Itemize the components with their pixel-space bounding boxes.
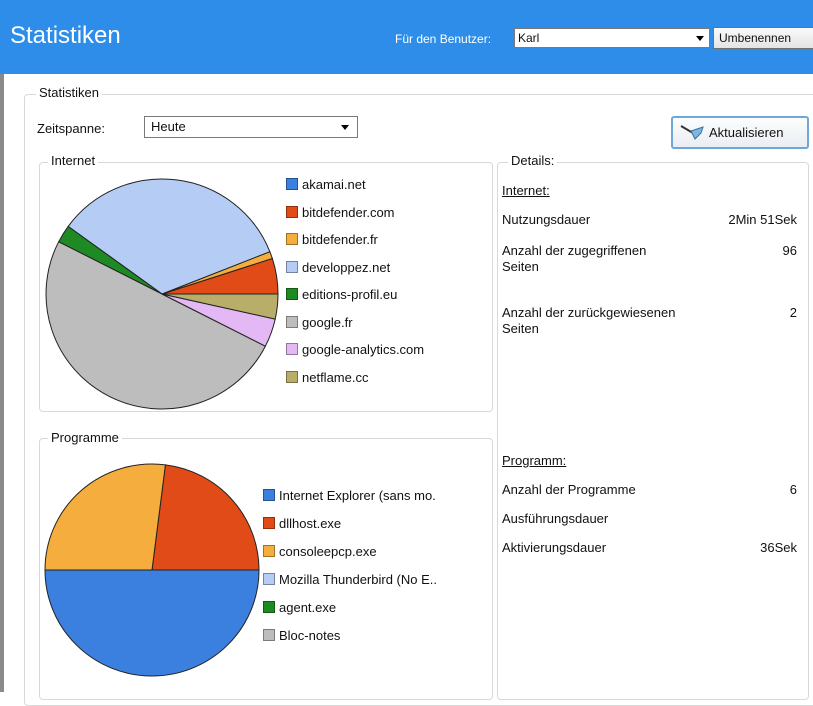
legend-swatch xyxy=(263,545,275,557)
page-title: Statistiken xyxy=(10,22,121,49)
legend-swatch xyxy=(286,260,298,273)
user-select-value: Karl xyxy=(518,31,540,45)
user-select[interactable]: Karl xyxy=(514,28,710,48)
legend-swatch xyxy=(263,489,275,501)
legend-label: netflame.cc xyxy=(302,369,369,385)
internet-legend-item: google.fr xyxy=(286,315,353,330)
period-label: Zeitspanne: xyxy=(37,121,105,136)
period-select[interactable]: Heute xyxy=(144,116,358,138)
pages-accessed-label-2: Seiten xyxy=(502,259,539,274)
pages-accessed-label: Anzahl der zugegriffenen xyxy=(502,243,647,258)
legend-swatch xyxy=(286,205,298,218)
legend-label: Mozilla Thunderbird (No E.. xyxy=(279,572,437,587)
programs-legend-item: dllhost.exe xyxy=(263,516,341,531)
pages-rejected-label: Anzahl der zurückgewiesenen xyxy=(502,305,676,320)
legend-label: developpez.net xyxy=(302,259,391,275)
internet-legend-item: akamai.net xyxy=(286,177,366,192)
program-count-label: Anzahl der Programme xyxy=(502,482,636,497)
refresh-button[interactable]: Aktualisieren xyxy=(671,116,809,149)
legend-label: Bloc-notes xyxy=(279,628,341,643)
legend-label: akamai.net xyxy=(302,177,366,192)
legend-label: agent.exe xyxy=(279,600,337,615)
pie-slice-consoleepcp-exe xyxy=(44,463,166,571)
legend-label: consoleepcp.exe xyxy=(279,544,377,559)
internet-legend-item: editions-profil.eu xyxy=(286,287,397,302)
user-label: Für den Benutzer: xyxy=(395,32,492,46)
programs-group-title: Programme xyxy=(48,430,122,445)
internet-legend-item: netflame.cc xyxy=(286,370,368,385)
pages-rejected-value: 2 xyxy=(789,305,797,320)
pie-slice-internet-explorer-sans-mo xyxy=(44,569,260,677)
details-internet-heading: Internet: xyxy=(502,183,550,198)
header-bar: Statistiken Für den Benutzer: Karl Umben… xyxy=(0,0,813,74)
activation-value: 36Sek xyxy=(760,540,797,555)
legend-swatch xyxy=(263,517,275,529)
programs-legend-item: consoleepcp.exe xyxy=(263,544,377,559)
rename-button[interactable]: Umbenennen xyxy=(713,27,813,49)
pie-slice-dllhost-exe xyxy=(151,464,260,571)
pages-rejected-label-2: Seiten xyxy=(502,321,539,336)
broom-icon xyxy=(679,123,705,153)
programs-legend-item: Bloc-notes xyxy=(263,628,340,643)
internet-group-title: Internet xyxy=(48,153,99,168)
programs-legend-item: Internet Explorer (sans mo. xyxy=(263,488,436,503)
legend-label: google-analytics.com xyxy=(302,342,425,357)
programs-legend-item: agent.exe xyxy=(263,600,336,615)
internet-legend-item: google-analytics.com xyxy=(286,342,424,357)
legend-swatch xyxy=(263,573,275,585)
legend-label: editions-profil.eu xyxy=(302,287,398,302)
internet-legend-item: bitdefender.fr xyxy=(286,232,378,247)
legend-swatch xyxy=(286,370,298,383)
programs-pie-chart xyxy=(44,463,260,677)
legend-swatch xyxy=(263,601,275,613)
period-select-value: Heute xyxy=(151,119,186,134)
chevron-down-icon xyxy=(696,36,704,41)
pages-accessed-value: 96 xyxy=(782,243,797,258)
legend-label: Internet Explorer (sans mo. xyxy=(279,488,436,503)
chevron-down-icon xyxy=(341,125,349,130)
details-program-heading: Programm: xyxy=(502,453,567,468)
legend-swatch xyxy=(286,315,298,328)
legend-label: bitdefender.fr xyxy=(302,232,378,247)
details-group-title: Details: xyxy=(508,153,558,168)
program-count-value: 6 xyxy=(789,482,797,497)
internet-pie-chart xyxy=(45,178,279,410)
exec-time-label: Ausführungsdauer xyxy=(502,511,609,526)
usage-value: 2Min 51Sek xyxy=(728,212,797,227)
legend-swatch xyxy=(286,178,298,190)
legend-swatch xyxy=(263,629,275,641)
legend-swatch xyxy=(286,233,298,245)
refresh-button-label: Aktualisieren xyxy=(709,125,784,140)
internet-legend-item: developpez.net xyxy=(286,260,390,275)
internet-legend-item: bitdefender.com xyxy=(286,205,395,220)
legend-swatch xyxy=(286,288,298,300)
legend-label: google.fr xyxy=(302,314,353,330)
programs-legend-item: Mozilla Thunderbird (No E.. xyxy=(263,572,437,587)
activation-label: Aktivierungsdauer xyxy=(502,540,607,555)
legend-label: bitdefender.com xyxy=(302,204,395,220)
legend-label: dllhost.exe xyxy=(279,516,342,531)
legend-swatch xyxy=(286,343,298,355)
statistics-group-title: Statistiken xyxy=(36,85,102,100)
usage-label: Nutzungsdauer xyxy=(502,212,591,227)
